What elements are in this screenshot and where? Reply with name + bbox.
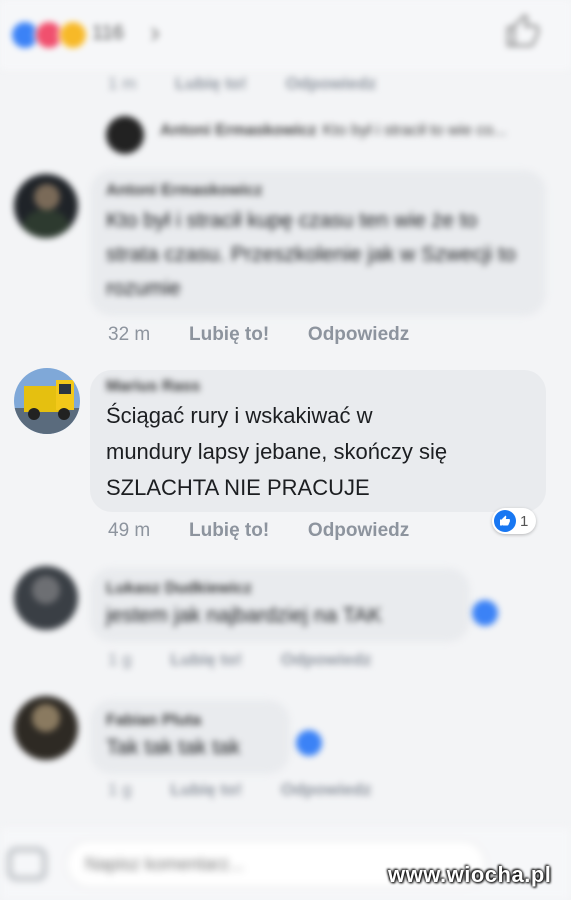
comment-author[interactable]: Lukasz Dudkiewicz	[106, 580, 454, 598]
comment-time: 32 m	[108, 324, 151, 345]
comment-text: jestem jak najbardziej na TAK	[106, 604, 382, 627]
like-link[interactable]: Lubię to!	[170, 780, 242, 799]
reactions-header[interactable]: 116 ›	[0, 0, 571, 70]
comment-time: 1 g	[108, 780, 132, 799]
watermark: www.wiocha.pl	[388, 862, 552, 887]
like-reaction-icon	[472, 600, 498, 626]
comment-meta: 49 m Lubię to! Odpowiedz	[108, 520, 443, 542]
truck-icon	[14, 380, 80, 434]
reply-link[interactable]: Odpowiedz	[281, 650, 372, 669]
avatar	[106, 116, 144, 154]
haha-reaction-icon	[58, 20, 88, 50]
reaction-badge[interactable]: 1	[492, 508, 537, 534]
comment-text: Tak tak tak tak	[106, 736, 241, 759]
comment-bubble: Lukasz Dudkiewicz jestem jak najbardziej…	[90, 568, 470, 642]
reaction-count: 116	[92, 22, 124, 44]
like-link[interactable]: Lubię to!	[170, 650, 242, 669]
reply-link[interactable]: Odpowiedz	[281, 780, 372, 799]
comment-time: 1 g	[108, 650, 132, 669]
reaction-count: 1	[520, 512, 529, 530]
avatar[interactable]	[14, 368, 80, 434]
comment-bubble: Marius Rass Ściągać rury i wskakiwać w m…	[90, 370, 546, 512]
like-link[interactable]: Lubię to!	[189, 520, 269, 541]
reply-preview[interactable]: Antoni Ermaskowicz Kto był i stracił to w…	[106, 112, 546, 156]
like-link[interactable]: Lubię to!	[175, 74, 247, 93]
thumb-up-icon[interactable]	[505, 13, 541, 59]
comment-time: 1 m	[108, 74, 137, 93]
comment-bubble: Fabian Pluta Tak tak tak tak	[90, 700, 290, 774]
comment-author[interactable]: Antoni Ermaskowicz	[106, 182, 530, 200]
reply-link[interactable]: Odpowiedz	[286, 74, 377, 93]
comment-meta-top: 1 m Lubię to! Odpowiedz	[108, 74, 410, 94]
comment-author[interactable]: Marius Rass	[106, 378, 530, 396]
comment-meta: 32 m Lubię to! Odpowiedz	[108, 324, 443, 346]
comment-author[interactable]: Fabian Pluta	[106, 712, 274, 730]
avatar[interactable]	[14, 566, 78, 630]
comment-text: Ściągać rury i wskakiwać w mundury lapsy…	[106, 398, 530, 506]
reply-link[interactable]: Odpowiedz	[308, 324, 409, 345]
comment-time: 49 m	[108, 520, 151, 541]
reply-text: Kto był i stracił to wie co...	[322, 122, 507, 139]
camera-icon[interactable]	[8, 848, 46, 880]
chevron-right-icon: ›	[150, 16, 160, 49]
comment-text-line: mundury lapsy jebane, skończy się	[106, 439, 448, 464]
comment-meta: 1 g Lubię to! Odpowiedz	[108, 650, 406, 670]
like-link[interactable]: Lubię to!	[189, 324, 269, 345]
avatar[interactable]	[14, 696, 78, 760]
comment-text: Kto był i stracił kupę czasu ten wie że …	[106, 209, 516, 300]
avatar[interactable]	[14, 174, 78, 238]
comment-text-line: SZLACHTA NIE PRACUJE	[106, 475, 370, 500]
comment-text-line: Ściągać rury i wskakiwać w	[106, 403, 373, 428]
like-reaction-icon	[494, 510, 516, 532]
reply-author: Antoni Ermaskowicz	[160, 122, 317, 139]
comment-bubble: Antoni Ermaskowicz Kto był i stracił kup…	[90, 170, 546, 316]
comment-meta: 1 g Lubię to! Odpowiedz	[108, 780, 406, 800]
like-reaction-icon	[296, 730, 322, 756]
reply-link[interactable]: Odpowiedz	[308, 520, 409, 541]
